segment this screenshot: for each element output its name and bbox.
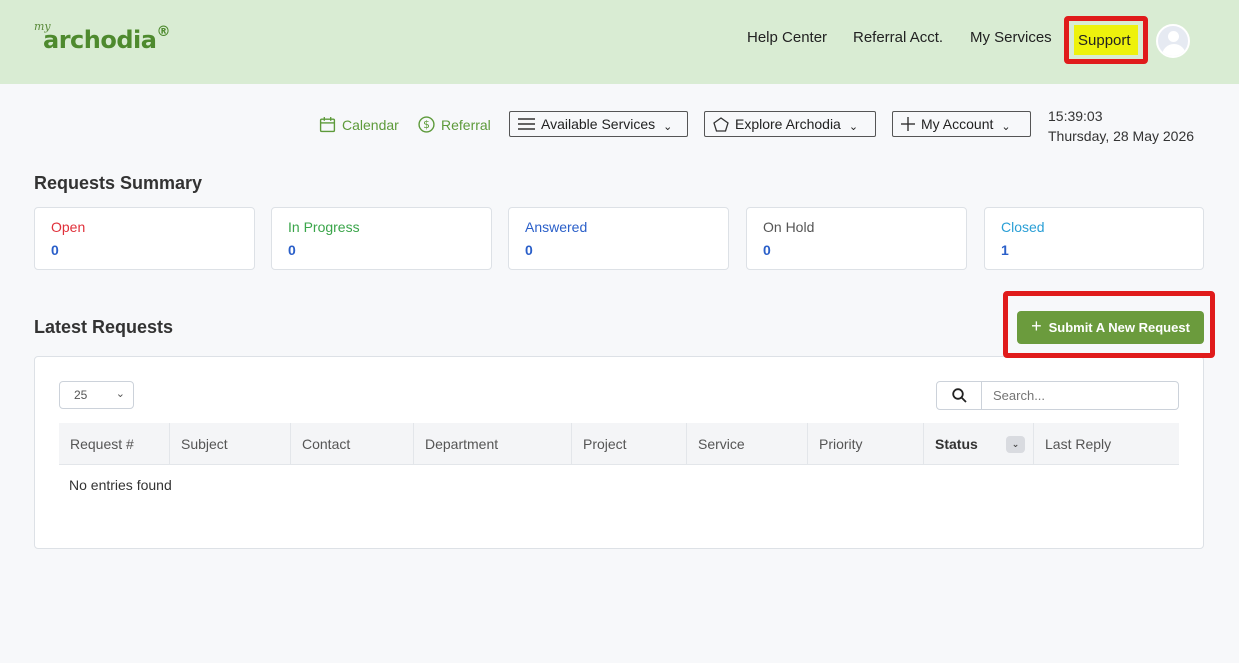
page-length-select[interactable]: 25 ⌄ (59, 381, 134, 409)
my-account-label: My Account (921, 116, 994, 132)
page-length-value: 25 (74, 388, 88, 402)
column-department[interactable]: Department (414, 423, 572, 465)
column-project[interactable]: Project (572, 423, 687, 465)
card-label: Answered (525, 219, 588, 235)
requests-summary-title: Requests Summary (34, 173, 203, 193)
chevron-down-icon: ⌄ (1001, 120, 1011, 133)
logo-brand: archodia® (43, 24, 170, 54)
calendar-label: Calendar (342, 116, 399, 133)
logo-registered-mark: ® (156, 24, 170, 40)
referral-link[interactable]: $ Referral (418, 116, 491, 133)
summary-card-on-hold[interactable]: On Hold 0 (746, 207, 967, 270)
nav-support-highlight[interactable]: Support (1064, 16, 1148, 64)
submit-new-request-label: Submit A New Request (1048, 320, 1190, 335)
my-account-dropdown[interactable]: My Account ⌄ (892, 111, 1031, 137)
calendar-icon (319, 117, 336, 133)
latest-requests-title: Latest Requests (34, 317, 174, 337)
dollar-circle-icon: $ (418, 116, 435, 133)
search-button[interactable] (936, 381, 982, 410)
user-avatar-icon[interactable] (1156, 24, 1190, 58)
avatar-head (1168, 31, 1179, 42)
summary-card-answered[interactable]: Answered 0 (508, 207, 729, 270)
chevron-down-icon: ⌄ (115, 388, 125, 400)
available-services-label: Available Services (541, 116, 656, 132)
nav-my-services[interactable]: My Services (970, 29, 1052, 51)
card-label: In Progress (288, 219, 360, 235)
column-contact[interactable]: Contact (291, 423, 414, 465)
available-services-dropdown[interactable]: Available Services ⌄ (509, 111, 688, 137)
clock: 15:39:03 Thursday, 28 May 2026 (1048, 106, 1194, 146)
clock-date: Thursday, 28 May 2026 (1048, 128, 1195, 144)
column-service[interactable]: Service (687, 423, 808, 465)
summary-card-closed[interactable]: Closed 1 (984, 207, 1204, 270)
card-value: 0 (525, 242, 533, 258)
summary-card-open[interactable]: Open 0 (34, 207, 255, 270)
card-value: 0 (763, 242, 771, 258)
sort-descending-icon[interactable]: ⌄ (1006, 436, 1025, 453)
summary-card-in-progress[interactable]: In Progress 0 (271, 207, 492, 270)
nav-help-center[interactable]: Help Center (747, 29, 827, 51)
svg-text:$: $ (423, 118, 430, 131)
column-status[interactable]: Status ⌄ (924, 423, 1034, 465)
search-icon (951, 388, 967, 403)
pentagon-icon (713, 116, 729, 132)
explore-archodia-label: Explore Archodia (735, 116, 841, 132)
card-value: 1 (1001, 242, 1009, 258)
calendar-link[interactable]: Calendar (319, 116, 399, 133)
nav-support[interactable]: Support (1078, 32, 1131, 49)
plus-icon: + (1031, 316, 1042, 336)
card-value: 0 (288, 242, 296, 258)
plus-icon (901, 117, 915, 131)
chevron-down-icon: ⌄ (848, 120, 859, 133)
column-status-label: Status (935, 436, 978, 452)
table-header-row: Request # Subject Contact Department Pro… (59, 423, 1179, 465)
empty-table-message: No entries found (69, 477, 172, 493)
search-input[interactable] (981, 381, 1179, 410)
column-last-reply[interactable]: Last Reply (1034, 423, 1179, 465)
logo-brand-text: archodia (43, 26, 157, 54)
column-request-number[interactable]: Request # (59, 423, 170, 465)
avatar-body (1162, 44, 1186, 56)
explore-archodia-dropdown[interactable]: Explore Archodia ⌄ (704, 111, 876, 137)
column-priority[interactable]: Priority (808, 423, 924, 465)
top-header: my archodia® Help Center Referral Acct. … (0, 0, 1239, 84)
card-value: 0 (51, 242, 59, 258)
clock-time: 15:39:03 (1048, 108, 1103, 124)
column-subject[interactable]: Subject (170, 423, 291, 465)
chevron-down-icon: ⌄ (663, 120, 673, 133)
menu-lines-icon (518, 118, 535, 130)
card-label: Closed (1001, 219, 1045, 235)
referral-label: Referral (441, 116, 491, 133)
card-label: On Hold (763, 219, 815, 235)
nav-referral-acct[interactable]: Referral Acct. (853, 29, 943, 51)
card-label: Open (51, 219, 86, 235)
submit-new-request-button[interactable]: + Submit A New Request (1017, 311, 1204, 344)
